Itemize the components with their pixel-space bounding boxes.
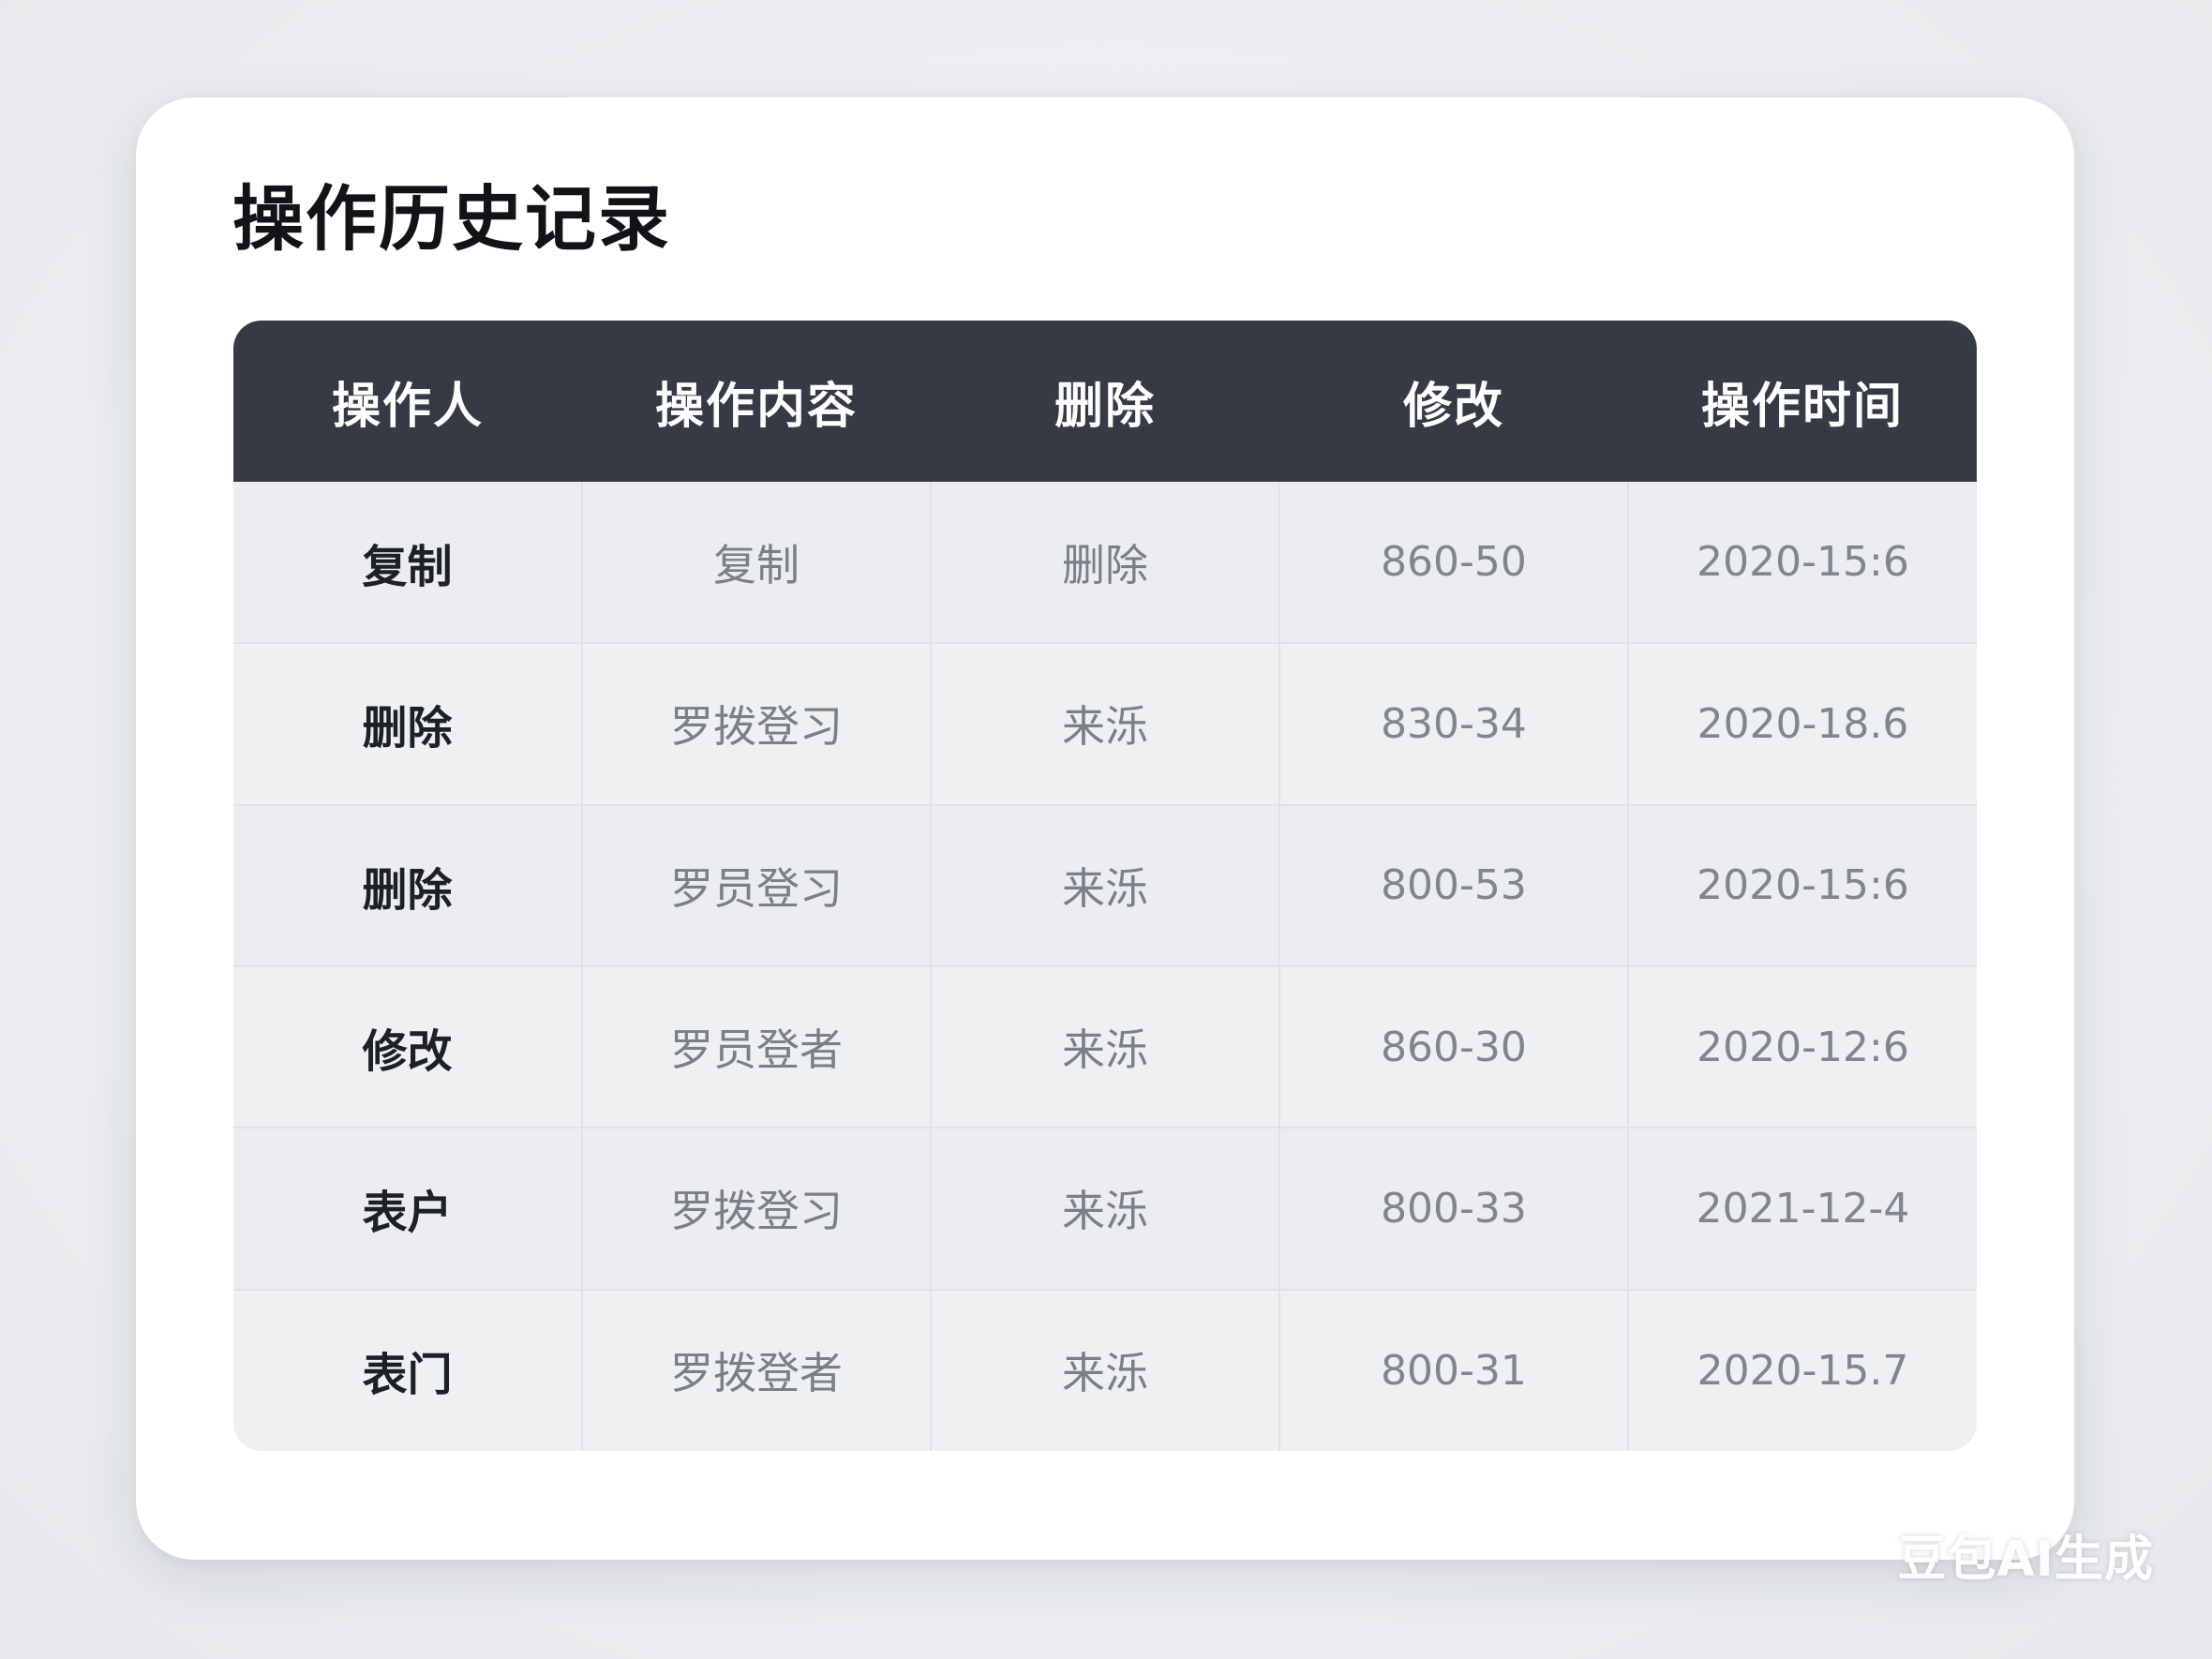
cell-content: 罗拨登习 (582, 643, 932, 806)
cell-delete: 来泺 (931, 1289, 1280, 1451)
cell-content: 罗拨登习 (582, 1128, 932, 1291)
history-table: 操作人 操作内容 删除 修改 操作时间 复制 复制 删除 860-50 2020… (233, 321, 1977, 1451)
cell-time: 2020-15.7 (1696, 1346, 1909, 1395)
cell-time: 2020-18.6 (1628, 643, 1977, 806)
cell-delete: 来泺 (931, 643, 1280, 806)
cell-content: 复制 (582, 482, 932, 645)
column-header-modify: 修改 (1402, 378, 1504, 435)
cell-delete: 来泺 (931, 804, 1280, 967)
table-row: 复制 复制 删除 860-50 2020-15:6 (233, 482, 1977, 645)
cell-modify: 860-50 (1279, 482, 1629, 645)
table-row: 删除 罗拨登习 来泺 830-34 2020-18.6 (233, 643, 1977, 806)
column-header-time: 操作时间 (1700, 378, 1904, 435)
cell-content: 罗员登习 (582, 804, 932, 967)
cell-operator: 修改 (233, 965, 583, 1129)
cell-operator: 删除 (233, 804, 583, 967)
cell-time: 2020-15:6 (1628, 482, 1977, 645)
column-header-operator: 操作人 (331, 378, 484, 435)
cell-modify: 830-34 (1279, 643, 1629, 806)
cell-modify: 800-53 (1279, 804, 1629, 967)
table-header-row: 操作人 操作内容 删除 修改 操作时间 (233, 321, 1977, 482)
history-table-container: 操作人 操作内容 删除 修改 操作时间 复制 复制 删除 860-50 2020… (233, 321, 1977, 1451)
table-header: 操作人 操作内容 删除 修改 操作时间 (233, 321, 1977, 482)
cell-time: 2020-15:6 (1628, 804, 1977, 967)
page-title: 操作历史记录 (232, 177, 671, 261)
cell-delete: 来泺 (931, 1128, 1280, 1291)
table-body: 复制 复制 删除 860-50 2020-15:6 删除 罗拨登习 来泺 830… (233, 482, 1977, 1451)
cell-operator: 表门 (233, 1289, 583, 1451)
table-row: 修改 罗员登者 来泺 860-30 2020-12:6 (233, 965, 1977, 1129)
cell-delete: 删除 (931, 482, 1280, 645)
cell-time: 2021-12-4 (1628, 1128, 1977, 1291)
history-card: 操作历史记录 操作人 操作内容 删除 修改 操作时间 复制 复制 删除 860-… (136, 97, 2074, 1560)
cell-modify: 800-33 (1279, 1128, 1629, 1291)
cell-time: 2020-12:6 (1628, 965, 1977, 1129)
cell-operator: 复制 (233, 482, 583, 645)
table-row: 删除 罗员登习 来泺 800-53 2020-15:6 (233, 804, 1977, 967)
table-row: 表户 罗拨登习 来泺 800-33 2021-12-4 (233, 1128, 1977, 1291)
cell-modify: 800-31 (1279, 1289, 1629, 1451)
cell-operator: 删除 (233, 643, 583, 806)
column-header-delete: 删除 (1054, 378, 1156, 435)
cell-modify: 860-30 (1279, 965, 1629, 1129)
cell-content: 罗拨登者 (582, 1289, 932, 1451)
cell-content: 罗员登者 (582, 965, 932, 1129)
cell-delete: 来泺 (931, 965, 1280, 1129)
cell-operator: 表户 (233, 1128, 583, 1291)
table-row: 表门 罗拨登者 来泺 800-31 2020-15.7 (233, 1289, 1977, 1451)
ai-generated-watermark: 豆包AI生成 (1897, 1532, 2154, 1588)
column-header-content: 操作内容 (654, 378, 858, 435)
